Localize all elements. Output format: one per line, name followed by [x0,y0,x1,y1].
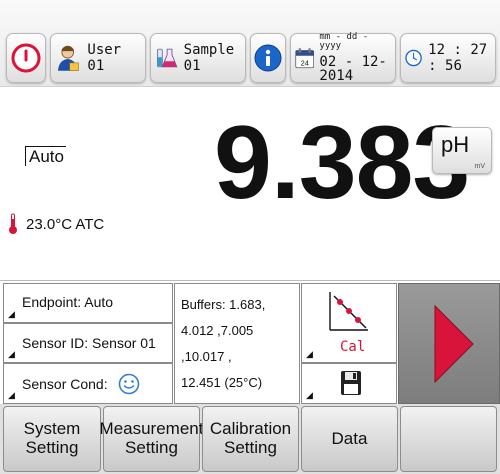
bottom-bar: System Setting Measurement Setting Calib… [0,404,500,474]
unit-main-label: pH [441,132,470,157]
flask-icon [157,48,178,68]
endpoint-mode: Auto [25,146,66,167]
measurement-setting-line2: Setting [125,438,178,457]
corner-arrow-icon: ◢ [8,309,15,319]
time-value: 12 : 27 : 56 [428,42,488,74]
measurement-setting-button[interactable]: Measurement Setting [100,406,203,472]
sample-button[interactable]: Sample 01 [150,33,246,83]
calibration-setting-button[interactable]: Calibration Setting [202,406,299,472]
save-cell[interactable]: ◢ [301,363,397,404]
top-bar: User 01 Sample 01 24 mm - dd - yyyy 02 -… [0,0,500,87]
calibration-setting-line1: Calibration [209,419,292,439]
sensor-id-cell[interactable]: Sensor ID: Sensor 01 ◢ [3,323,173,363]
power-button[interactable] [6,33,46,83]
date-value: 02 - 12-2014 [319,54,387,84]
empty-button[interactable] [400,406,497,472]
buffers-line-1: Buffers: 1.683, [181,297,266,312]
sensor-cond-cell[interactable]: Sensor Cond: ◢ [3,363,173,404]
buffers-line-2: 4.012 ,7.005 ,10.017 , [181,323,254,364]
date-button[interactable]: 24 mm - dd - yyyy 02 - 12-2014 [290,33,396,83]
corner-arrow-icon: ◢ [306,349,313,359]
endpoint-label: Endpoint: Auto [22,294,114,310]
buffers-line-3: 12.451 (25°C) [181,375,263,390]
info-button[interactable] [250,33,286,83]
user-label: User 01 [87,42,122,74]
save-icon [341,371,361,395]
data-button[interactable]: Data [301,406,398,472]
calendar-icon: 24 [295,48,315,69]
unit-alt-label: mV [474,163,486,170]
endpoint-mode-label: Auto [25,146,66,166]
system-setting-line1: System [23,419,81,439]
user-icon [57,45,79,71]
start-measurement-button[interactable] [398,283,500,404]
data-button-label: Data [331,428,368,448]
clock-icon [405,49,422,67]
thermometer-icon [9,213,17,234]
date-format: mm - dd - yyyy [319,32,369,51]
unit-toggle-button[interactable]: pH mV [432,127,492,174]
power-icon [11,43,41,73]
temperature-value: 23.0°C ATC [26,215,105,233]
calendar-day: 24 [301,58,309,67]
measurement-reading: 9.383 [214,105,470,221]
measurement-area: Auto 23.0°C ATC 9.383 pH mV [0,87,500,279]
temperature-display: 23.0°C ATC [8,213,104,235]
calibration-setting-line2: Setting [224,438,277,457]
corner-arrow-icon: ◢ [8,349,15,359]
smiley-icon [118,373,140,395]
calibration-slope-icon [329,292,368,331]
info-icon [254,44,282,72]
system-setting-line2: Setting [25,438,79,457]
measurement-setting-line1: Measurement [99,419,204,439]
cal-label: Cal [340,339,366,355]
corner-arrow-icon: ◢ [306,390,313,400]
date-display: mm - dd - yyyy 02 - 12-2014 [319,32,395,84]
sensor-cond-label: Sensor Cond: [22,376,108,392]
system-setting-button[interactable]: System Setting [3,406,101,472]
corner-arrow-icon: ◢ [8,390,15,400]
buffers-cell[interactable]: Buffers: 1.683, 4.012 ,7.005 ,10.017 , 1… [174,283,300,404]
info-panel: Endpoint: Auto ◢ Sensor ID: Sensor 01 ◢ … [0,280,500,404]
sensor-id-label: Sensor ID: Sensor 01 [22,335,156,351]
user-button[interactable]: User 01 [50,33,146,83]
play-icon [434,304,474,384]
endpoint-cell[interactable]: Endpoint: Auto ◢ [3,283,173,323]
calibration-cell[interactable]: Cal ◢ [301,283,397,363]
time-button[interactable]: 12 : 27 : 56 [400,33,496,83]
sample-label: Sample 01 [183,42,235,74]
